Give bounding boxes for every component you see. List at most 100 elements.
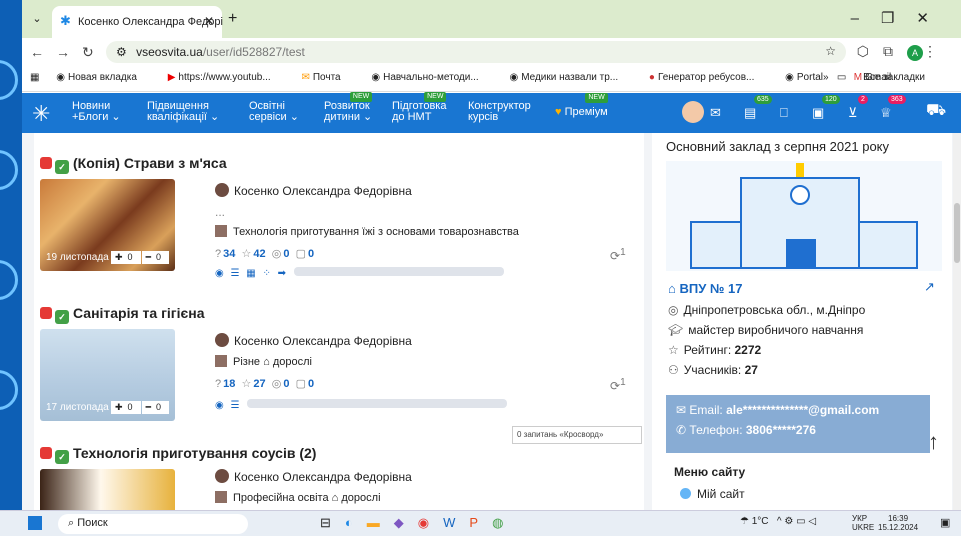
bookmark-icon[interactable]: ⎕	[780, 105, 788, 121]
test-card[interactable]: ✓ Технологія приготування соусів (2) Косе…	[40, 445, 638, 510]
reload-icon[interactable]: ↻	[82, 44, 106, 60]
share-counter[interactable]: ⟳1	[610, 247, 626, 263]
windows-start-icon[interactable]	[28, 516, 42, 530]
bookmark-item[interactable]: ✉ Почта	[301, 72, 354, 83]
scrollbar-thumb[interactable]	[954, 203, 960, 263]
extension-icon[interactable]: ⬡	[857, 43, 883, 59]
card-title[interactable]: Санітарія та гігієна	[73, 305, 205, 321]
card-extra: ...	[215, 205, 226, 219]
card-author[interactable]: Косенко Олександра Федорівна	[215, 333, 412, 348]
maximize-icon[interactable]: ❐	[881, 10, 916, 27]
test-card[interactable]: ✓ Санітарія та гігієна 17 листопада ✚ 0 ━ 0 …	[40, 305, 638, 421]
system-clock[interactable]: 16:39 15.12.2024	[878, 514, 918, 532]
views-count: 0	[283, 378, 290, 390]
bookmark-item[interactable]: ◉ Навчально-методи...	[371, 72, 492, 83]
word-icon[interactable]: W	[443, 515, 469, 530]
bookmark-item[interactable]: ▶ https://www.youtub...	[168, 72, 285, 83]
nav-nmt-prep[interactable]: Підготовка до НМТ NEW	[392, 92, 447, 123]
edge-icon[interactable]: ◐	[345, 515, 367, 530]
cart-icon[interactable]: ▤	[744, 105, 756, 121]
taskbar-search[interactable]: ⌕ Поиск	[58, 514, 248, 534]
notifications-icon[interactable]: ▣	[940, 516, 950, 529]
counter-badge: 363	[888, 95, 906, 104]
user-avatar[interactable]	[682, 101, 704, 123]
mail-app-icon[interactable]: ◉	[418, 515, 443, 530]
menu-kebab-icon[interactable]: ⋮	[923, 43, 951, 59]
user-position: 🎓︎ майстер виробничого навчання	[668, 323, 863, 337]
active-tab[interactable]: ✱ Косенко Олександра Федорі ✕	[52, 6, 223, 38]
store-icon[interactable]: ◆	[394, 515, 418, 530]
scrollbar[interactable]	[953, 133, 961, 510]
new-tab-button[interactable]: +	[228, 10, 237, 28]
basket-icon[interactable]: ⊻	[848, 105, 858, 121]
counter-badge: 635	[754, 95, 772, 104]
card-title-row: ✓ Санітарія та гігієна	[40, 305, 638, 324]
card-thumbnail[interactable]: 17 листопада ✚ 0 ━ 0	[40, 329, 175, 421]
vote-plus[interactable]: ✚ 0	[111, 251, 141, 264]
vote-minus[interactable]: ━ 0	[141, 251, 169, 264]
site-info-icon[interactable]: ⚙	[116, 45, 127, 59]
trophy-icon[interactable]: ♕	[880, 105, 892, 121]
user-rating: ☆ Рейтинг: 2272	[668, 343, 761, 357]
views-icon: ◎	[271, 248, 282, 260]
puzzle-icon[interactable]: ⧉	[883, 43, 907, 59]
share-counter[interactable]: ⟳1	[610, 377, 626, 393]
forward-icon[interactable]: →	[56, 44, 82, 60]
vote-plus[interactable]: ✚ 0	[111, 401, 141, 414]
questions-count: 34	[223, 248, 236, 260]
lang-layout: UKRE	[852, 523, 875, 532]
menu-item-my-site[interactable]: Мій сайт	[680, 487, 745, 501]
profile-avatar[interactable]: A	[907, 45, 923, 61]
close-window-icon[interactable]: ✕	[916, 10, 951, 27]
youtube-icon: ▶	[167, 72, 176, 83]
card-thumbnail[interactable]	[40, 469, 175, 510]
card-title[interactable]: (Копія) Страви з м'яса	[73, 155, 227, 171]
blurred-types	[247, 399, 508, 408]
language-indicator[interactable]: УКР UKRE	[852, 514, 874, 532]
url-input[interactable]: ⚙ vseosvita.ua/user/id528827/test ☆	[106, 41, 846, 63]
apps-grid-icon[interactable]: ▦	[30, 72, 39, 83]
card-title-row: ✓ (Копія) Страви з м'яса	[40, 155, 638, 174]
vote-minus[interactable]: ━ 0	[141, 401, 169, 414]
site-navigation: ✳ Новини +Блоги ⌄ Підвищення кваліфікаці…	[22, 92, 961, 133]
explorer-icon[interactable]: ▬	[367, 515, 394, 530]
bookmark-item[interactable]: ● Генератор ребусов...	[649, 72, 768, 83]
card-author[interactable]: Косенко Олександра Федорівна	[215, 469, 412, 484]
weather-icon[interactable]: ☂	[740, 516, 749, 527]
card-title[interactable]: Технологія приготування соусів (2)	[73, 445, 316, 461]
chrome-icon[interactable]: ◍	[492, 515, 517, 530]
phone-row: ✆ Телефон: 3806*****276	[676, 423, 920, 437]
bookmark-star-icon[interactable]: ☆	[825, 44, 836, 58]
nav-qualification[interactable]: Підвищення кваліфікації ⌄	[147, 101, 219, 123]
nav-child-development[interactable]: Розвиток дитини ⌄ NEW	[324, 92, 373, 123]
shop-cart-icon[interactable]: ⛟	[926, 101, 946, 121]
task-view-icon[interactable]: ⊟	[320, 515, 345, 530]
tab-search-chevron-icon[interactable]: ⌄	[28, 10, 46, 28]
open-link-icon[interactable]: ↗	[924, 279, 935, 295]
nav-edu-services[interactable]: Освітні сервіси ⌄	[249, 101, 299, 123]
minimize-icon[interactable]: –	[851, 10, 881, 27]
back-icon[interactable]: ←	[30, 44, 56, 60]
site-logo-icon[interactable]: ✳	[32, 101, 50, 127]
bookmark-item[interactable]: ◉ Новая вкладка	[56, 72, 151, 83]
nav-label: Новини +Блоги	[72, 100, 111, 123]
messages-icon[interactable]: ✉	[710, 105, 721, 121]
tray-icons[interactable]: ^ ⚙ ▭ ◁	[777, 516, 816, 527]
powerpoint-icon[interactable]: P	[469, 515, 492, 530]
documents-icon[interactable]: ▣	[812, 105, 824, 121]
close-tab-icon[interactable]: ✕	[204, 14, 214, 28]
institution-name[interactable]: ⌂ ВПУ № 17	[668, 281, 742, 296]
all-bookmarks[interactable]: » ▭ Все закладки	[823, 72, 939, 83]
user-icons: ✉ ▤ 635 ⎕ ▣ 120 ⊻ 2 ♕ 363 ⛟	[682, 95, 961, 127]
scroll-up-arrow-icon[interactable]: ↑	[928, 429, 939, 455]
nav-course-builder[interactable]: Конструктор курсів	[468, 101, 531, 123]
new-badge: NEW	[349, 92, 373, 102]
bookmark-item[interactable]: ◉ Медики назвали тр...	[509, 72, 632, 83]
test-card[interactable]: ✓ (Копія) Страви з м'яса 19 листопада ✚ 0 ━…	[40, 155, 638, 279]
nav-premium[interactable]: ♥ Преміум NEW	[555, 93, 608, 118]
card-author[interactable]: Косенко Олександра Федорівна	[215, 183, 412, 198]
all-bookmarks-label: Все закладки	[863, 72, 925, 83]
nav-news-blogs[interactable]: Новини +Блоги ⌄	[72, 101, 121, 123]
card-thumbnail[interactable]: 19 листопада ✚ 0 ━ 0	[40, 179, 175, 271]
card-title-row: ✓ Технологія приготування соусів (2)	[40, 445, 638, 464]
